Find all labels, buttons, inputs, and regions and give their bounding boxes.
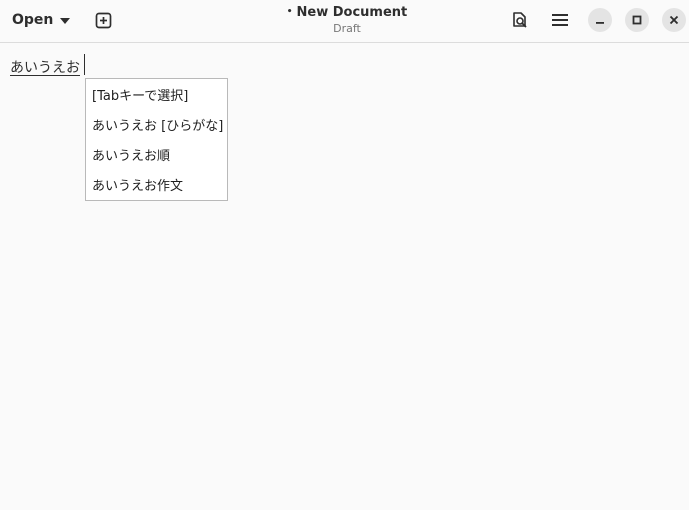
close-icon [669,15,679,25]
ime-candidate-popup: [Tabキーで選択] あいうえお [ひらがな] あいうえお順 あいうえお作文 [85,78,228,201]
candidate-hint: [Tabキーで選択] [92,89,189,104]
document-title-text: New Document [296,5,408,20]
new-tab-button[interactable] [90,7,116,33]
title-block: • New Document Draft [200,4,494,37]
preedit-text: あいうえお [10,60,80,76]
maximize-button[interactable] [625,8,649,32]
open-button-label: Open [12,12,54,28]
hamburger-menu-icon [552,14,568,26]
document-subtitle: Draft [333,22,361,35]
search-document-icon [513,12,527,28]
text-editor-window: Open • New Document Draft あいうえお [Tabキーで選… [0,0,689,510]
new-tab-icon [95,12,111,28]
candidate-item[interactable]: あいうえお [ひらがな] [86,112,227,142]
maximize-icon [632,15,642,25]
text-cursor [84,54,85,75]
candidate-item[interactable]: あいうえお作文 [86,172,227,202]
candidate-item[interactable]: あいうえお順 [86,142,227,172]
header-bar: Open • New Document Draft [0,0,689,43]
close-button[interactable] [662,8,686,32]
minimize-icon [596,22,604,24]
open-button[interactable]: Open [4,7,78,33]
chevron-down-icon [60,17,71,24]
minimize-button[interactable] [588,8,612,32]
modified-indicator: • [286,7,293,17]
text-editing-area[interactable]: あいうえお [Tabキーで選択] あいうえお [ひらがな] あいうえお順 あいう… [0,43,689,510]
find-button[interactable] [507,7,533,33]
main-menu-button[interactable] [547,7,573,33]
document-title: • New Document [200,4,494,21]
